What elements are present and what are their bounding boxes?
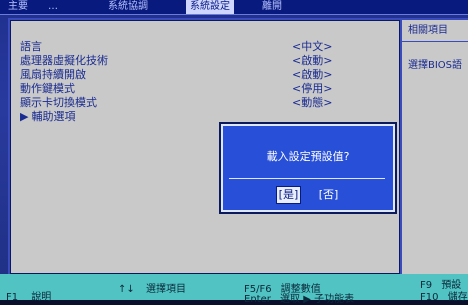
setting-value[interactable]: <中文> [292, 40, 332, 54]
dialog-divider [229, 178, 385, 179]
setting-label: 風扇持續開啟 [20, 68, 86, 81]
bottom-item-enter: Enter 選取 ▶ 子功能表 [244, 290, 354, 305]
setting-row-graphics-switching[interactable]: 顯示卡切換模式 <動態> [20, 96, 390, 110]
setting-label: 處理器虛擬化技術 [20, 54, 108, 67]
setting-row-language[interactable]: 語言 <中文> [20, 40, 390, 54]
dialog-message: 載入設定預設值? [266, 150, 350, 163]
key-label: F1 [6, 292, 19, 303]
tab-misc[interactable]: … [44, 0, 62, 14]
setting-label: 顯示卡切換模式 [20, 96, 97, 109]
action-label: 選擇項目 [145, 284, 186, 295]
yes-button[interactable]: [是] [275, 186, 302, 204]
setting-label: 動作鍵模式 [20, 82, 75, 95]
submenu-text: 輔助選項 [31, 110, 76, 123]
tab-system-settings[interactable]: 系統設定 [186, 0, 234, 14]
setting-value[interactable]: <停用> [292, 82, 332, 96]
tab-main[interactable]: 主要 [4, 0, 32, 14]
setting-row-fan-always-on[interactable]: 風扇持續開啟 <啟動> [20, 68, 390, 82]
setting-row-virtualization[interactable]: 處理器虛擬化技術 <啟動> [20, 54, 390, 68]
setting-value[interactable]: <啟動> [292, 54, 332, 68]
bios-screen: 主要 … 系統協調 系統設定 離開 語言 <中文> 處理器虛擬化技術 <啟動> … [0, 0, 468, 305]
help-text: 選擇BIOS語 [408, 60, 463, 71]
load-defaults-dialog: 載入設定預設值? [是] [否] [221, 124, 395, 212]
setting-row-accessibility-submenu[interactable]: ▶ 輔助選項 [20, 110, 390, 124]
tab-system-configuration[interactable]: 系統協調 [104, 0, 152, 14]
help-title: 相關項目 [402, 20, 468, 42]
action-label: 說明 [31, 292, 52, 303]
help-panel: 相關項目 選擇BIOS語 [400, 18, 468, 276]
bottom-item-updown: ↑↓ 選擇項目 [118, 280, 186, 295]
dialog-buttons: [是] [否] [223, 186, 393, 204]
action-label: 儲存 [447, 292, 468, 303]
key-label: ↑↓ [118, 284, 135, 295]
bottom-item-f1: F1 說明 [6, 288, 51, 303]
setting-value[interactable]: <啟動> [292, 68, 332, 82]
key-label: F10 [420, 292, 439, 303]
setting-row-action-keys-mode[interactable]: 動作鍵模式 <停用> [20, 82, 390, 96]
top-tabs: 主要 … 系統協調 系統設定 離開 [0, 0, 468, 15]
bottom-item-f10: F10 儲存 [420, 288, 468, 303]
chevron-right-icon: ▶ [20, 110, 29, 123]
no-button[interactable]: [否] [317, 187, 341, 203]
submenu-label[interactable]: ▶ 輔助選項 [20, 110, 75, 124]
setting-value[interactable]: <動態> [292, 96, 332, 110]
tab-exit[interactable]: 離開 [258, 0, 286, 14]
setting-label: 語言 [20, 40, 42, 53]
bottom-help-bar: F1 說明 ↑↓ 選擇項目 F5/F6 調整數值 Enter 選取 ▶ 子功能表… [0, 274, 468, 305]
